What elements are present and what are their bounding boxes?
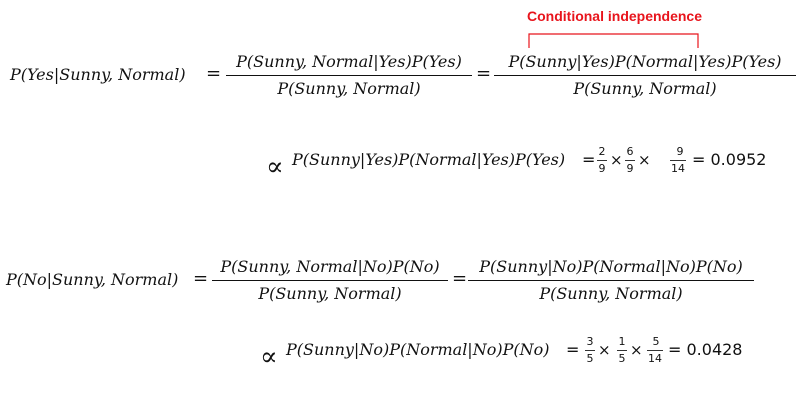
no-expression: P(Sunny|No)P(Normal|No)P(No) [286,340,550,359]
yes-frac-a-bar [597,160,607,161]
no-frac-b-numerator: 1 [618,335,626,348]
no-equals-1: = [193,268,209,289]
no-result: = 0.0428 [668,340,743,359]
no-frac-c-bar [647,350,663,351]
yes-equals-2: = [476,63,492,84]
no-frac-b-denominator: 5 [618,352,626,365]
no-frac1-numerator: P(Sunny, Normal|No)P(No) [220,257,440,276]
yes-frac-b-bar [625,160,635,161]
yes-frac1-numerator: P(Sunny, Normal|Yes)P(Yes) [236,52,462,71]
no-frac2-denominator: P(Sunny, Normal) [539,284,683,303]
no-frac-b-bar [617,350,627,351]
no-frac1-bar [212,280,448,281]
no-frac2-bar [468,280,754,281]
yes-frac-a-denominator: 9 [598,162,606,175]
yes-times-1: × [610,151,623,169]
no-frac-c-denominator: 14 [648,352,662,365]
no-frac-c-numerator: 5 [652,335,660,348]
yes-frac1-bar [226,75,472,76]
yes-frac2-bar [494,75,796,76]
no-lhs: P(No|Sunny, Normal) [6,270,179,289]
no-equals-2: = [452,268,468,289]
yes-result: = 0.0952 [692,150,767,169]
no-frac-a-denominator: 5 [586,352,594,365]
yes-lhs: P(Yes|Sunny, Normal) [10,65,186,84]
yes-frac-b-denominator: 9 [626,162,634,175]
annotation-label: Conditional independence [527,8,703,24]
yes-times-2: × [638,151,651,169]
yes-frac2-denominator: P(Sunny, Normal) [573,79,717,98]
yes-frac-c-bar [670,160,686,161]
no-proportional-symbol: ∝ [260,342,278,372]
yes-expression: P(Sunny|Yes)P(Normal|Yes)P(Yes) [292,150,566,169]
no-frac1-denominator: P(Sunny, Normal) [258,284,402,303]
yes-frac-c-denominator: 14 [671,162,685,175]
no-frac-a-numerator: 3 [586,335,594,348]
yes-frac1-denominator: P(Sunny, Normal) [277,79,421,98]
yes-frac-a-numerator: 2 [598,145,606,158]
no-times-2: × [630,341,643,359]
yes-frac-c-numerator: 9 [676,145,684,158]
no-equals-3: = [566,340,580,359]
no-frac2-numerator: P(Sunny|No)P(Normal|No)P(No) [479,257,743,276]
no-frac-a-bar [585,350,595,351]
yes-proportional-symbol: ∝ [266,152,284,182]
yes-equals-1: = [206,63,222,84]
yes-frac2-numerator: P(Sunny|Yes)P(Normal|Yes)P(Yes) [508,52,782,71]
no-times-1: × [598,341,611,359]
yes-frac-b-numerator: 6 [626,145,634,158]
annotation-bracket [528,33,699,48]
